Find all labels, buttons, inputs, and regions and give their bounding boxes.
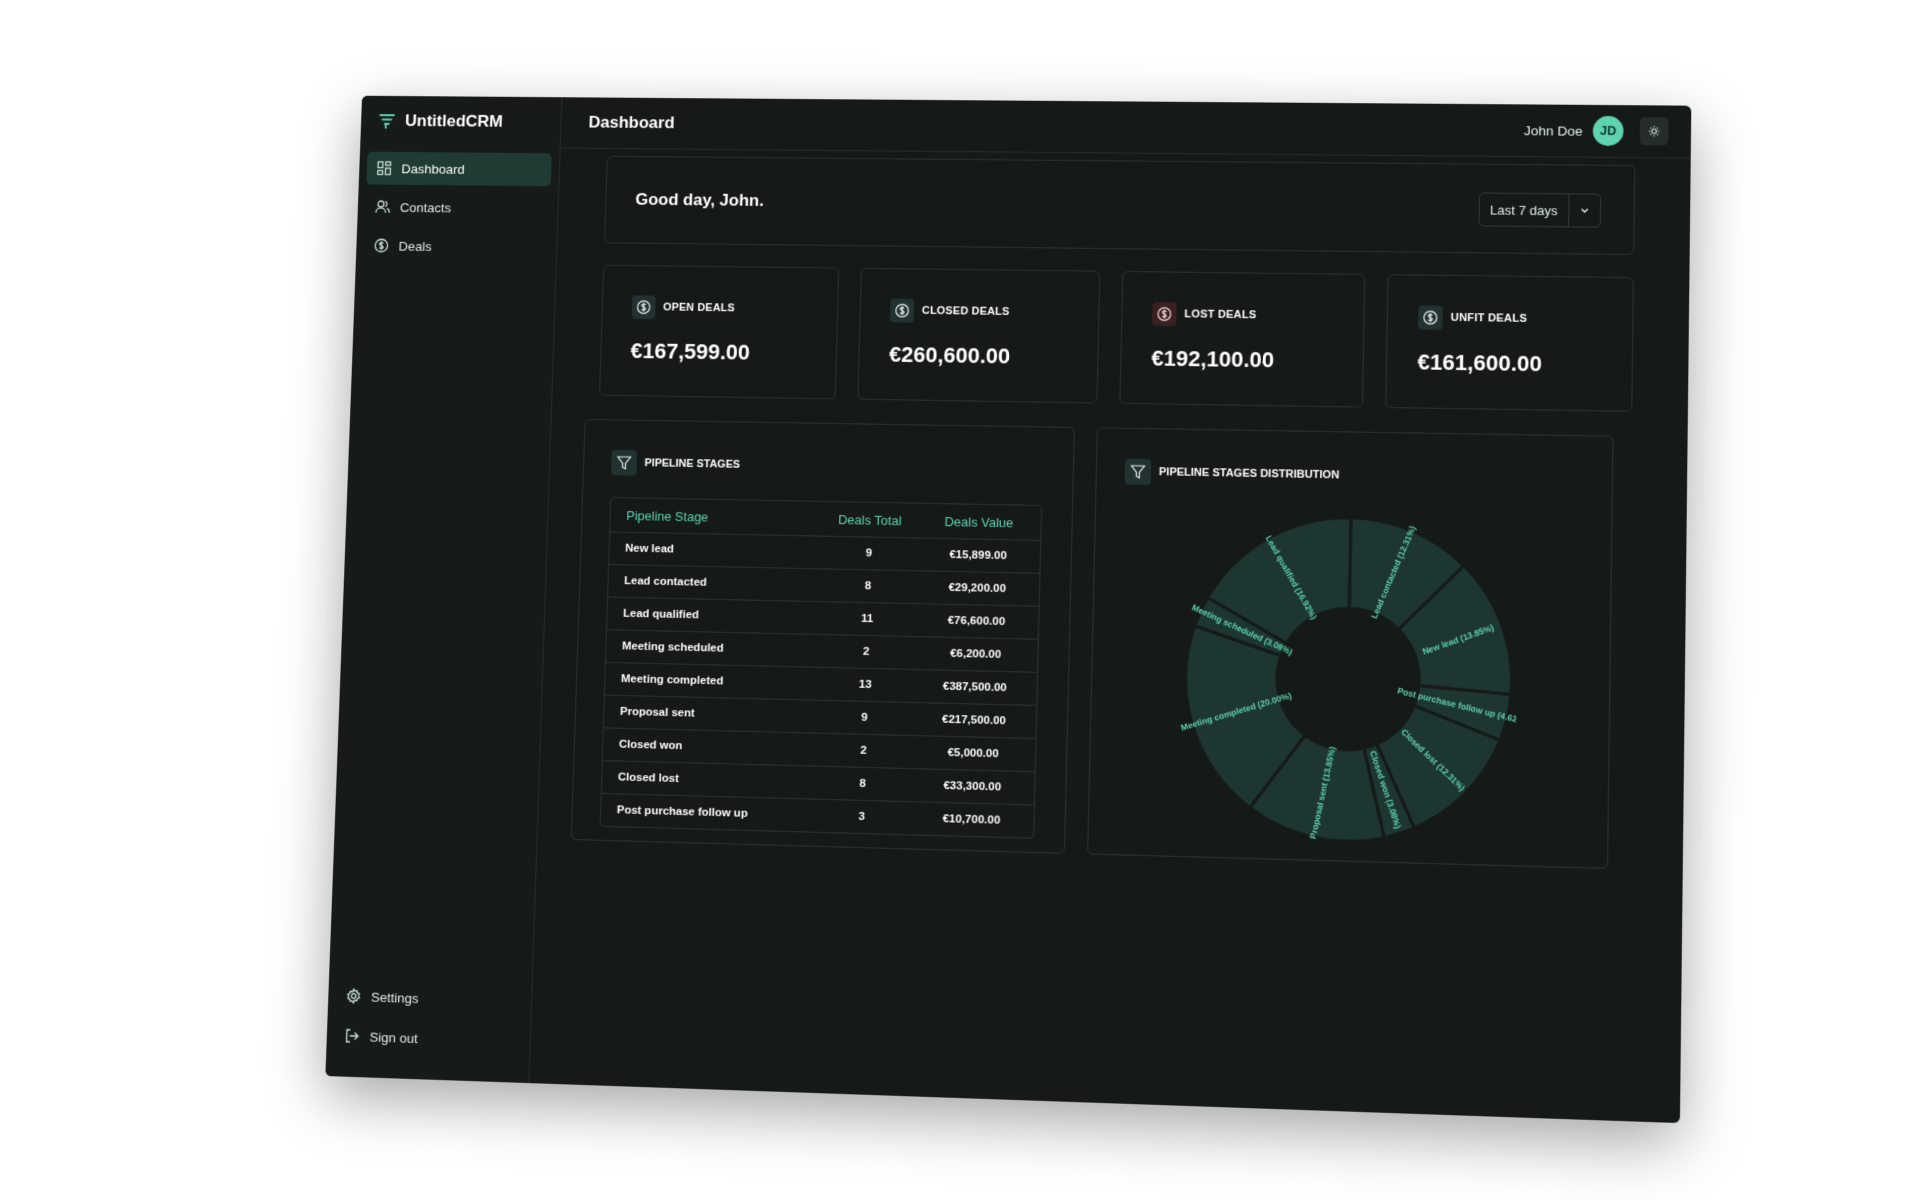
app-window: UntitledCRM Dashboard Contacts Deals Set… (325, 95, 1692, 1124)
stat-label: OPEN DEALS (662, 301, 735, 315)
dollar-icon (631, 295, 656, 320)
sidebar-item-label: Dashboard (401, 161, 465, 177)
deals-value-cell: €217,500.00 (941, 713, 1007, 728)
greeting-text: Good day, John. (635, 190, 765, 210)
sidebar-item-label: Sign out (369, 1029, 419, 1046)
panel-title: PIPELINE STAGES DISTRIBUTION (1158, 466, 1340, 482)
dollar-icon (1417, 305, 1443, 330)
main-content: Dashboard John Doe JD Good day, John. La… (529, 97, 1692, 1123)
stat-value: €192,100.00 (1151, 345, 1275, 373)
pipeline-stages-card: PIPELINE STAGES Pipeline Stage Deals Tot… (570, 418, 1075, 854)
stat-card-unfit-deals: UNFIT DEALS €161,600.00 (1385, 274, 1634, 412)
deals-value-cell: €387,500.00 (942, 680, 1007, 695)
gear-icon (346, 988, 362, 1004)
deals-value-cell: €29,200.00 (948, 581, 1007, 596)
contacts-icon (375, 199, 391, 215)
deals-value-cell: €33,300.00 (943, 779, 1002, 794)
stat-card-lost-deals: LOST DEALS €192,100.00 (1119, 270, 1366, 408)
deals-total-cell: 11 (860, 612, 874, 626)
funnel-icon (611, 449, 638, 476)
stage-cell: Lead qualified (622, 607, 700, 622)
stage-cell: New lead (625, 542, 675, 556)
sidebar: UntitledCRM Dashboard Contacts Deals Set… (325, 95, 563, 1084)
dollar-icon (1152, 302, 1177, 327)
stage-cell: Proposal sent (619, 705, 695, 720)
stat-value: €161,600.00 (1417, 349, 1543, 377)
sidebar-item-label: Deals (398, 238, 432, 254)
stage-cell: Closed lost (617, 771, 679, 786)
brand[interactable]: UntitledCRM (360, 96, 561, 148)
stage-cell: Meeting completed (620, 673, 724, 688)
chevron-down-icon (1568, 194, 1601, 227)
stat-card-open-deals: OPEN DEALS €167,599.00 (598, 264, 840, 400)
pipeline-donut-chart: Lead contacted (12.31%)New lead (13.85%)… (1177, 510, 1520, 851)
greeting-card: Good day, John. Last 7 days (603, 155, 1636, 256)
deals-total-cell: 8 (864, 580, 872, 593)
sidebar-item-dashboard[interactable]: Dashboard (366, 151, 552, 187)
column-header[interactable]: Deals Value (917, 513, 1041, 530)
date-range-value: Last 7 days (1489, 202, 1558, 218)
topbar: Dashboard John Doe JD (560, 97, 1692, 159)
pipeline-table: Pipeline Stage Deals Total Deals Value N… (599, 497, 1043, 839)
deals-total-cell: 2 (862, 645, 870, 658)
sidebar-item-label: Contacts (399, 199, 452, 215)
deals-total-cell: 8 (859, 777, 866, 790)
deals-total-cell: 13 (858, 678, 872, 691)
panel-title: PIPELINE STAGES (644, 457, 741, 471)
sidebar-bottom: Settings Sign out (334, 979, 524, 1065)
deals-value-cell: €6,200.00 (949, 647, 1002, 661)
column-header[interactable]: Pipeline Stage (610, 507, 822, 526)
sign-out-icon (344, 1028, 360, 1044)
stage-cell: Closed won (618, 738, 683, 753)
stat-label: CLOSED DEALS (921, 304, 1010, 318)
sidebar-item-contacts[interactable]: Contacts (365, 190, 551, 225)
funnel-icon (1124, 458, 1152, 486)
user-name: John Doe (1523, 122, 1583, 139)
deals-total-cell: 9 (861, 711, 868, 724)
sidebar-item-settings[interactable]: Settings (336, 979, 524, 1019)
sidebar-item-sign-out[interactable]: Sign out (334, 1018, 522, 1058)
avatar[interactable]: JD (1592, 115, 1624, 147)
stage-cell: Meeting scheduled (621, 640, 724, 655)
stage-cell: Post purchase follow up (616, 804, 748, 820)
dollar-icon (889, 298, 915, 323)
deals-value-cell: €76,600.00 (947, 614, 1006, 629)
sun-icon (1648, 125, 1660, 137)
page-title: Dashboard (588, 112, 675, 133)
funnel-logo-icon (378, 112, 396, 129)
sidebar-nav: Dashboard Contacts Deals (355, 146, 559, 276)
stat-label: UNFIT DEALS (1450, 311, 1528, 325)
pipeline-distribution-card: PIPELINE STAGES DISTRIBUTION Lead contac… (1087, 427, 1614, 870)
date-range-select[interactable]: Last 7 days (1478, 192, 1602, 228)
stat-value: €167,599.00 (630, 338, 751, 365)
deals-value-cell: €15,899.00 (949, 549, 1007, 563)
stat-label: LOST DEALS (1184, 308, 1257, 322)
column-header[interactable]: Deals Total (822, 511, 917, 528)
theme-toggle-button[interactable] (1639, 117, 1669, 146)
user-menu: John Doe JD (1523, 115, 1669, 147)
deals-total-cell: 3 (858, 810, 866, 824)
deals-value-cell: €5,000.00 (947, 746, 999, 761)
deals-value-cell: €10,700.00 (942, 813, 1001, 827)
stat-card-closed-deals: CLOSED DEALS €260,600.00 (857, 267, 1101, 404)
sidebar-item-label: Settings (370, 989, 419, 1006)
brand-name: UntitledCRM (404, 111, 504, 131)
deals-total-cell: 2 (860, 744, 867, 757)
deals-total-cell: 9 (865, 547, 873, 560)
sidebar-item-deals[interactable]: Deals (364, 229, 550, 264)
dashboard-icon (376, 160, 392, 176)
stage-cell: Lead contacted (624, 575, 707, 589)
dollar-icon (373, 238, 389, 254)
stat-value: €260,600.00 (888, 341, 1011, 369)
